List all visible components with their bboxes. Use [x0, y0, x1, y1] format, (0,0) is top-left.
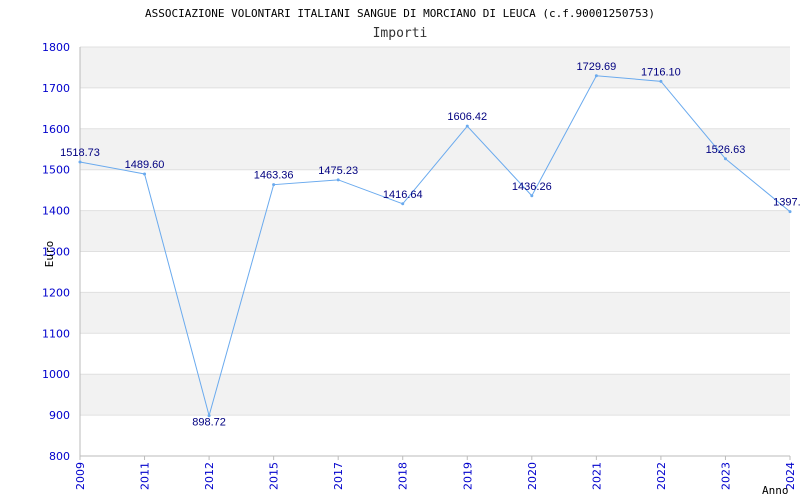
x-tick-label: 2015: [268, 462, 281, 490]
data-point: [78, 160, 82, 164]
chart-title: ASSOCIAZIONE VOLONTARI ITALIANI SANGUE D…: [145, 7, 655, 20]
y-axis-label: Euro: [43, 241, 56, 268]
grid-band: [80, 128, 790, 170]
data-label: 1526.63: [706, 144, 746, 156]
data-label: 1475.23: [318, 165, 358, 177]
y-tick-label: 1100: [42, 327, 70, 340]
grid-band: [80, 210, 790, 252]
x-tick-label: 2011: [139, 462, 152, 490]
x-tick-label: 2018: [397, 462, 410, 490]
x-tick-label: 2009: [74, 462, 87, 490]
x-tick-label: 2020: [526, 462, 539, 490]
data-label: 1436.26: [512, 181, 552, 193]
grid-band: [80, 292, 790, 334]
chart-subtitle: Importi: [373, 26, 428, 41]
line-chart: 8009001000110012001300140015001600170018…: [42, 7, 800, 497]
data-label: 1416.64: [383, 189, 423, 201]
x-tick-label: 2023: [719, 462, 732, 490]
y-tick-label: 1800: [42, 41, 70, 54]
data-point: [530, 194, 534, 198]
data-point: [336, 178, 340, 182]
grid-band: [80, 333, 790, 375]
grid-band: [80, 415, 790, 456]
data-label: 1518.73: [60, 147, 100, 159]
grid-band: [80, 251, 790, 293]
data-label: 898.72: [192, 417, 226, 429]
grid-band: [80, 47, 790, 88]
y-tick-label: 800: [49, 450, 70, 463]
data-label: 1397.6: [773, 197, 800, 209]
x-tick-label: 2021: [590, 462, 603, 490]
data-point: [401, 202, 405, 206]
data-label: 1729.69: [576, 61, 616, 73]
y-tick-label: 1700: [42, 82, 70, 95]
grid-band: [80, 374, 790, 416]
data-point: [659, 79, 663, 83]
x-tick-label: 2012: [203, 462, 216, 490]
y-tick-label: 900: [49, 409, 70, 422]
x-tick-label: 2022: [655, 462, 668, 490]
grid-band: [80, 169, 790, 211]
data-label: 1606.42: [447, 111, 487, 123]
data-point: [465, 124, 469, 128]
data-label: 1716.10: [641, 66, 681, 78]
y-tick-label: 1400: [42, 205, 70, 218]
data-point: [788, 210, 792, 214]
x-axis-label: Anno: [762, 484, 789, 497]
data-point: [272, 183, 276, 187]
x-tick-labels: 2009 2011 2012 2015 2017 2018 2019 2020 2021 2022…: [74, 456, 797, 490]
y-tick-label: 1500: [42, 164, 70, 177]
data-point: [723, 157, 727, 161]
y-tick-label: 1600: [42, 123, 70, 136]
data-point: [143, 172, 147, 176]
data-point: [594, 74, 598, 78]
y-tick-label: 1200: [42, 286, 70, 299]
x-tick-label: 2019: [461, 462, 474, 490]
y-tick-label: 1000: [42, 368, 70, 381]
x-tick-label: 2017: [332, 462, 345, 490]
data-label: 1489.60: [125, 159, 165, 171]
data-label: 1463.36: [254, 170, 294, 182]
